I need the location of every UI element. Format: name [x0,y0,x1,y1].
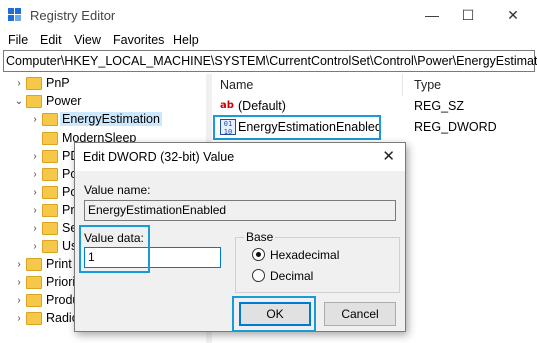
dialog-close-button[interactable]: ✕ [382,147,395,165]
folder-icon [42,240,58,253]
folder-icon [42,168,58,181]
registry-editor-icon [8,8,22,22]
folder-icon [26,77,42,90]
chevron-right-icon[interactable]: › [14,313,24,324]
string-value-icon: ab [220,100,234,111]
address-path: Computer\HKEY_LOCAL_MACHINE\SYSTEM\Curre… [6,54,537,68]
title-bar: Registry Editor — ☐ ✕ [0,0,537,30]
value-name-field: EnergyEstimationEnabled [84,200,396,221]
column-header-type[interactable]: Type [414,78,441,92]
chevron-right-icon[interactable]: › [30,114,40,125]
folder-icon [42,132,58,145]
folder-icon [42,186,58,199]
hexadecimal-label[interactable]: Hexadecimal [270,248,339,262]
folder-icon [26,276,42,289]
chevron-right-icon[interactable]: › [30,169,40,180]
chevron-right-icon[interactable]: › [30,205,40,216]
close-button[interactable]: ✕ [498,4,528,26]
highlight-box [213,115,381,140]
base-label: Base [244,230,276,244]
chevron-right-icon[interactable]: › [30,187,40,198]
column-header-name[interactable]: Name [220,78,253,92]
chevron-right-icon[interactable]: › [30,241,40,252]
column-divider[interactable] [402,74,403,96]
chevron-right-icon[interactable]: › [14,295,24,306]
tree-item-pnp[interactable]: › PnP [0,74,206,94]
chevron-down-icon[interactable]: ⌄ [14,96,24,107]
menu-bar: File Edit View Favorites Help [0,30,537,50]
menu-favorites[interactable]: Favorites [113,33,164,47]
highlight-box [79,225,150,273]
menu-file[interactable]: File [8,33,28,47]
folder-icon [42,222,58,235]
chevron-right-icon[interactable]: › [14,78,24,89]
decimal-label[interactable]: Decimal [270,269,313,283]
folder-icon [26,294,42,307]
window-title: Registry Editor [30,8,116,23]
minimize-button[interactable]: — [417,4,447,26]
folder-icon [26,95,42,108]
folder-icon [42,150,58,163]
chevron-right-icon[interactable]: › [14,277,24,288]
chevron-right-icon[interactable]: › [14,259,24,270]
maximize-button[interactable]: ☐ [453,4,483,26]
address-bar[interactable]: Computer\HKEY_LOCAL_MACHINE\SYSTEM\Curre… [3,50,537,72]
folder-icon [26,258,42,271]
decimal-radio[interactable] [252,269,265,282]
hexadecimal-radio[interactable] [252,248,265,261]
menu-view[interactable]: View [74,33,101,47]
folder-icon [42,204,58,217]
edit-dword-dialog: Edit DWORD (32-bit) Value ✕ Value name: … [74,142,406,332]
folder-icon [42,113,58,126]
base-groupbox: Base Hexadecimal Decimal [235,230,400,293]
dialog-title-bar: Edit DWORD (32-bit) Value ✕ [75,143,405,171]
cancel-button[interactable]: Cancel [324,302,396,326]
chevron-right-icon[interactable]: › [30,151,40,162]
folder-icon [26,312,42,325]
tree-item-energyestimation[interactable]: › EnergyEstimation [0,110,206,130]
menu-help[interactable]: Help [173,33,199,47]
value-row-default[interactable]: ab (Default) REG_SZ [212,96,537,116]
dialog-title: Edit DWORD (32-bit) Value [83,150,235,164]
tree-item-power[interactable]: ⌄ Power [0,92,206,112]
value-name-label: Value name: [84,183,151,197]
menu-edit[interactable]: Edit [40,33,62,47]
highlight-box [232,296,316,332]
chevron-right-icon[interactable]: › [30,223,40,234]
